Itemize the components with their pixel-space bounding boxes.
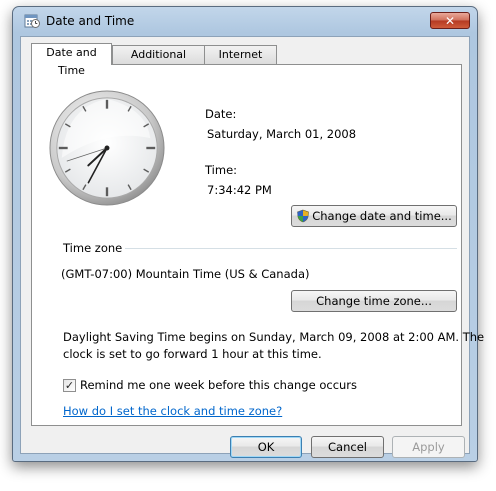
remind-checkbox[interactable]: ✓ — [63, 379, 76, 392]
dialog-client-area: Date and Time Additional Clocks Internet… — [20, 36, 484, 458]
apply-button[interactable]: Apply — [392, 436, 465, 458]
time-value: 7:34:42 PM — [207, 183, 272, 197]
dst-notice-line-2: clock is set to go forward 1 hour at thi… — [63, 347, 322, 361]
analog-clock — [49, 90, 165, 206]
tab-additional-clocks[interactable]: Additional Clocks — [112, 45, 205, 79]
time-zone-value: (GMT-07:00) Mountain Time (US & Canada) — [61, 267, 310, 281]
time-zone-group-label: Time zone — [63, 241, 123, 255]
tab-internet-time[interactable]: Internet Time — [204, 45, 277, 79]
ok-button[interactable]: OK — [230, 436, 302, 458]
title-bar[interactable]: Date and Time ✕ — [13, 7, 477, 35]
time-label: Time: — [205, 163, 238, 177]
remind-checkbox-label[interactable]: Remind me one week before this change oc… — [80, 378, 357, 392]
date-time-panel: Date: Saturday, March 01, 2008 Time: 7:3… — [31, 64, 484, 426]
tab-date-and-time[interactable]: Date and Time — [31, 43, 112, 77]
checkmark-icon: ✓ — [64, 379, 75, 392]
uac-shield-icon — [297, 209, 310, 223]
change-time-zone-button[interactable]: Change time zone... — [291, 290, 457, 312]
date-value: Saturday, March 01, 2008 — [207, 127, 357, 141]
close-button[interactable]: ✕ — [430, 12, 470, 29]
cancel-button[interactable]: Cancel — [311, 436, 384, 458]
date-time-dialog: Date and Time ✕ Date and Time Additional… — [12, 6, 484, 462]
time-zone-divider — [125, 248, 457, 250]
clock-calendar-icon — [24, 14, 40, 28]
date-label: Date: — [205, 107, 237, 121]
close-icon: ✕ — [444, 14, 456, 28]
dst-notice-line-1: Daylight Saving Time begins on Sunday, M… — [63, 330, 485, 344]
window-title: Date and Time — [46, 14, 135, 28]
change-date-time-button[interactable]: Change date and time... — [291, 205, 457, 227]
help-link[interactable]: How do I set the clock and time zone? — [63, 404, 282, 418]
